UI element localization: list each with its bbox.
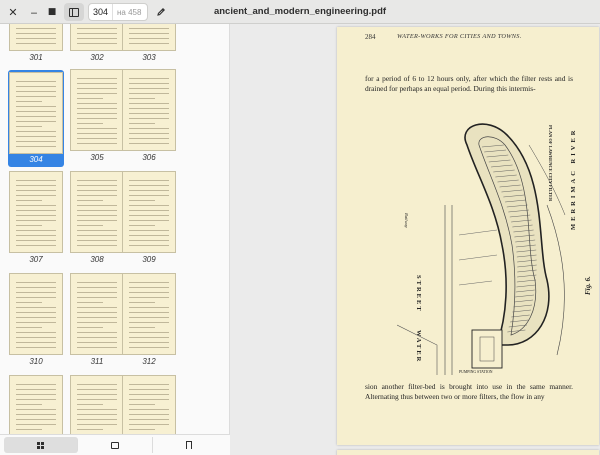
thumbnail-label: 301 bbox=[29, 53, 43, 62]
thumbnail-page-312[interactable]: 312 bbox=[121, 274, 177, 366]
page-thumbnail bbox=[123, 172, 175, 252]
figure-label: Fig. 6. bbox=[584, 276, 592, 295]
page-number: 284 bbox=[365, 33, 376, 41]
pencil-icon bbox=[157, 8, 165, 16]
annotations-tab[interactable] bbox=[78, 437, 153, 453]
thumbnail-label: 309 bbox=[142, 255, 156, 264]
sidebar-switcher bbox=[0, 434, 230, 455]
river-label: MERRIMAC RIVER bbox=[570, 128, 577, 230]
thumbnail-label: 307 bbox=[29, 255, 43, 264]
thumbnail-label: 311 bbox=[90, 357, 104, 366]
bookmarks-tab[interactable] bbox=[153, 437, 226, 453]
sidebar-icon bbox=[69, 7, 79, 17]
page-thumbnail bbox=[10, 24, 62, 50]
running-head: WATER-WORKS FOR CITIES AND TOWNS. bbox=[397, 33, 522, 40]
thumbnail-page-304[interactable]: 304 bbox=[8, 70, 64, 167]
current-page-field[interactable]: 304 bbox=[89, 4, 113, 20]
page-thumbnail bbox=[10, 274, 62, 354]
plan-title: PLAN OF LAWRENCE CITY FILTER bbox=[548, 125, 553, 202]
body-text-top: for a period of 6 to 12 hours only, afte… bbox=[365, 74, 573, 93]
thumbnail-page-301[interactable]: 301 bbox=[8, 24, 64, 62]
thumbnail-page-311[interactable]: 311 bbox=[69, 274, 125, 366]
page-thumbnail bbox=[71, 172, 123, 252]
thumbnail-label: 302 bbox=[90, 53, 104, 62]
page-thumbnail bbox=[123, 70, 175, 150]
next-pdf-page bbox=[337, 450, 599, 455]
page-thumbnail bbox=[71, 24, 123, 50]
thumbnail-page-303[interactable]: 303 bbox=[121, 24, 177, 62]
thumbnail-label: 310 bbox=[29, 357, 43, 366]
page-thumbnail bbox=[71, 70, 123, 150]
page-count-label: на 458 bbox=[117, 7, 142, 17]
water-label: WATER bbox=[415, 330, 422, 363]
street-label: STREET bbox=[415, 275, 422, 313]
page-thumbnail bbox=[71, 274, 123, 354]
thumbnail-page-307[interactable]: 307 bbox=[8, 172, 64, 264]
bookmarks-icon bbox=[186, 441, 193, 449]
thumbnail-page-310[interactable]: 310 bbox=[8, 274, 64, 366]
thumbnail-page-305[interactable]: 305 bbox=[69, 70, 125, 162]
page-thumbnail bbox=[10, 172, 62, 252]
thumbnail-page-308[interactable]: 308 bbox=[69, 172, 125, 264]
thumbnail-label: 305 bbox=[90, 153, 104, 162]
railway-label: Railway bbox=[404, 212, 409, 228]
thumbnail-sidebar[interactable]: 301 302 303 304 305 306 307 308 309 310 311 312 bbox=[0, 24, 230, 455]
page-thumbnail bbox=[10, 73, 62, 153]
page-number-entry[interactable]: 304 на 458 bbox=[88, 3, 148, 21]
close-icon[interactable]: ✕ bbox=[6, 3, 20, 21]
header-bar: ✕ ‒ ■ 304 на 458 ancient_and_modern_engi… bbox=[0, 0, 600, 24]
thumbnail-label: 304 bbox=[29, 155, 43, 164]
maximize-icon[interactable]: ■ bbox=[45, 3, 59, 21]
page-thumbnail bbox=[123, 274, 175, 354]
filter-plan-figure: STREET WATER MERRIMAC RIVER Fig. 6. PLAN… bbox=[397, 123, 592, 375]
thumbnail-label: 308 bbox=[90, 255, 104, 264]
sidebar-toggle-button[interactable] bbox=[64, 3, 84, 21]
thumbnail-page-302[interactable]: 302 bbox=[69, 24, 125, 62]
thumbnails-tab[interactable] bbox=[4, 437, 79, 453]
document-view[interactable]: 284 WATER-WORKS FOR CITIES AND TOWNS. fo… bbox=[231, 24, 600, 455]
thumbnail-page-309[interactable]: 309 bbox=[121, 172, 177, 264]
thumbnails-icon bbox=[37, 441, 45, 449]
annotate-button[interactable] bbox=[152, 3, 170, 21]
body-text-bottom: sion another filter-bed is brought into … bbox=[365, 382, 573, 401]
thumbnail-label: 306 bbox=[142, 153, 156, 162]
thumbnail-label: 303 bbox=[142, 53, 156, 62]
page-thumbnail bbox=[123, 24, 175, 50]
pdf-page: 284 WATER-WORKS FOR CITIES AND TOWNS. fo… bbox=[337, 27, 599, 445]
minimize-icon[interactable]: ‒ bbox=[27, 3, 41, 21]
thumbnail-page-306[interactable]: 306 bbox=[121, 70, 177, 162]
thumbnail-label: 312 bbox=[142, 357, 156, 366]
pumping-station-label: PUMPING STATION bbox=[459, 370, 493, 374]
annotations-icon bbox=[110, 441, 119, 449]
